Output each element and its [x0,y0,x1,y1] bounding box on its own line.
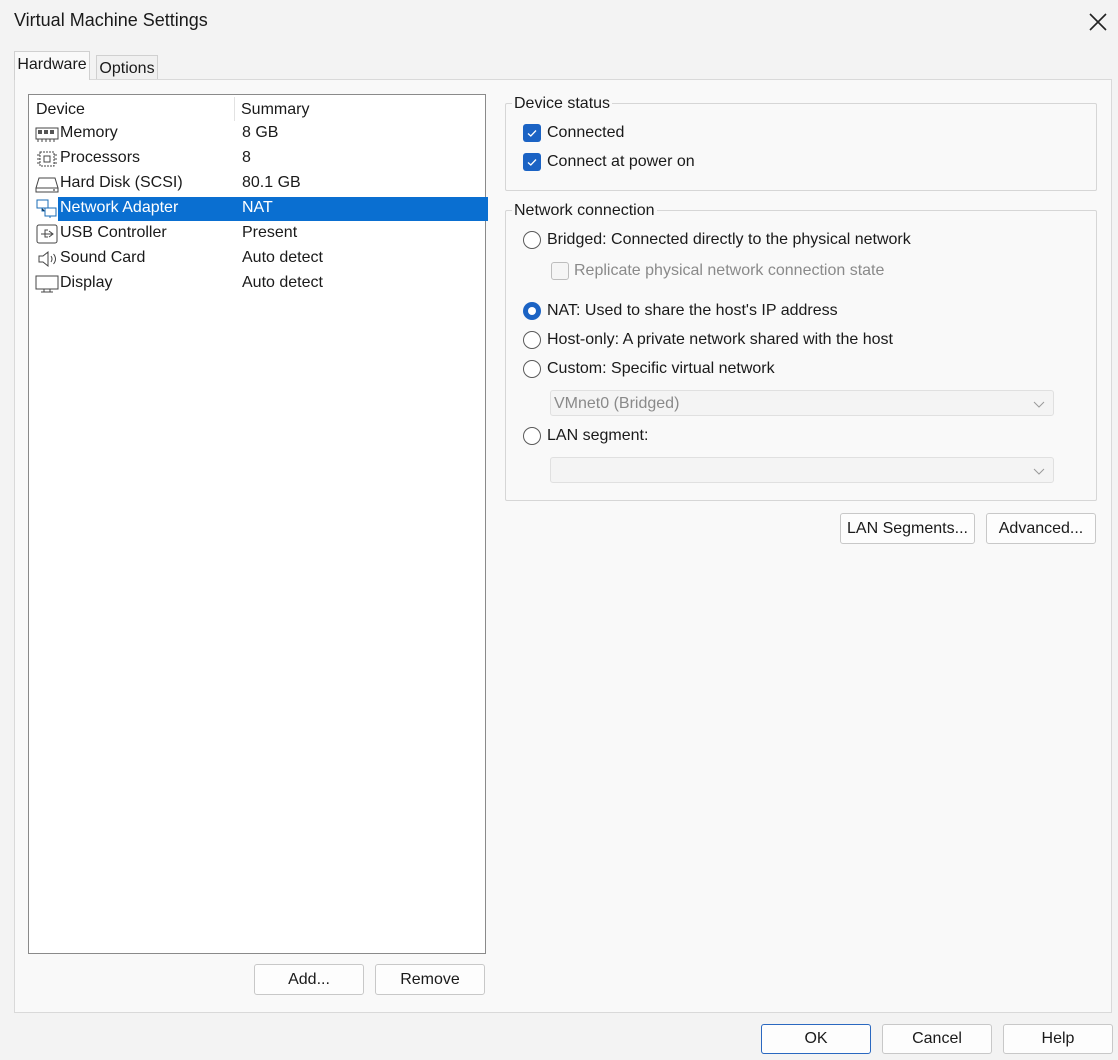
device-row-memory[interactable]: Memory 8 GB [33,122,483,146]
help-button[interactable]: Help [1003,1024,1113,1054]
device-name: Hard Disk (SCSI) [60,174,183,191]
custom-network-value: VMnet0 (Bridged) [554,395,680,412]
hard-disk-icon [35,174,59,194]
sound-icon [35,249,59,269]
connected-checkbox[interactable] [523,124,541,142]
bridged-radio[interactable] [523,231,541,249]
device-row-network-adapter[interactable]: Network Adapter NAT [33,197,488,221]
window-title: Virtual Machine Settings [14,10,208,30]
device-name: Memory [60,124,118,141]
device-summary: NAT [242,199,273,216]
device-list[interactable]: Device Summary Memory 8 GB Processors 8 [28,94,488,954]
add-device-button[interactable]: Add... [254,964,364,995]
network-connection-label: Network connection [512,202,657,220]
column-header-summary[interactable]: Summary [241,101,309,121]
device-status-label: Device status [512,95,613,113]
connect-at-power-on-label[interactable]: Connect at power on [547,153,695,171]
processor-icon [35,149,59,169]
checkmark-icon [527,130,537,137]
custom-radio[interactable] [523,360,541,378]
checkmark-icon [527,159,537,166]
cancel-button[interactable]: Cancel [882,1024,992,1054]
device-row-hard-disk[interactable]: Hard Disk (SCSI) 80.1 GB [33,172,483,196]
lan-segment-radio[interactable] [523,427,541,445]
chevron-down-icon [1033,468,1045,475]
lan-segments-button[interactable]: LAN Segments... [840,513,975,544]
device-summary: Auto detect [242,249,323,266]
tab-options[interactable]: Options [96,55,158,80]
device-name: Processors [60,149,141,166]
device-status-group [505,103,1097,191]
device-name: USB Controller [60,224,167,241]
connect-at-power-on-checkbox[interactable] [523,153,541,171]
advanced-button[interactable]: Advanced... [986,513,1096,544]
column-divider[interactable] [234,97,235,121]
device-summary: Present [242,224,298,241]
tab-hardware[interactable]: Hardware [14,51,90,80]
chevron-down-icon [1033,401,1045,408]
device-summary: Auto detect [242,274,323,291]
device-row-display[interactable]: Display Auto detect [33,272,483,296]
custom-network-select[interactable]: VMnet0 (Bridged) [550,390,1054,416]
device-name: Network Adapter [60,199,179,216]
nat-radio[interactable] [523,302,541,320]
ok-button[interactable]: OK [761,1024,871,1054]
device-name: Sound Card [60,249,146,266]
nat-label[interactable]: NAT: Used to share the host's IP address [547,302,838,320]
lan-segment-label[interactable]: LAN segment: [547,427,648,445]
host-only-radio[interactable] [523,331,541,349]
usb-icon [35,224,59,244]
connected-label[interactable]: Connected [547,124,624,142]
host-only-label[interactable]: Host-only: A private network shared with… [547,331,893,349]
device-summary: 8 [242,149,251,166]
title-bar: Virtual Machine Settings [0,0,1118,44]
device-name: Display [60,274,113,291]
bridged-label[interactable]: Bridged: Connected directly to the physi… [547,231,911,249]
device-row-usb-controller[interactable]: USB Controller Present [33,222,483,246]
replicate-state-checkbox[interactable] [551,262,569,280]
custom-label[interactable]: Custom: Specific virtual network [547,360,775,378]
replicate-state-label: Replicate physical network connection st… [574,262,885,279]
network-adapter-icon [35,199,59,219]
close-button[interactable] [1080,4,1116,40]
column-header-device[interactable]: Device [36,101,85,121]
memory-icon [35,124,59,144]
device-summary: 8 GB [242,124,279,141]
device-row-processors[interactable]: Processors 8 [33,147,483,171]
device-summary: 80.1 GB [242,174,301,191]
device-row-sound-card[interactable]: Sound Card Auto detect [33,247,483,271]
remove-device-button[interactable]: Remove [375,964,485,995]
display-icon [35,274,59,294]
close-icon [1089,13,1107,31]
lan-segment-select[interactable] [550,457,1054,483]
